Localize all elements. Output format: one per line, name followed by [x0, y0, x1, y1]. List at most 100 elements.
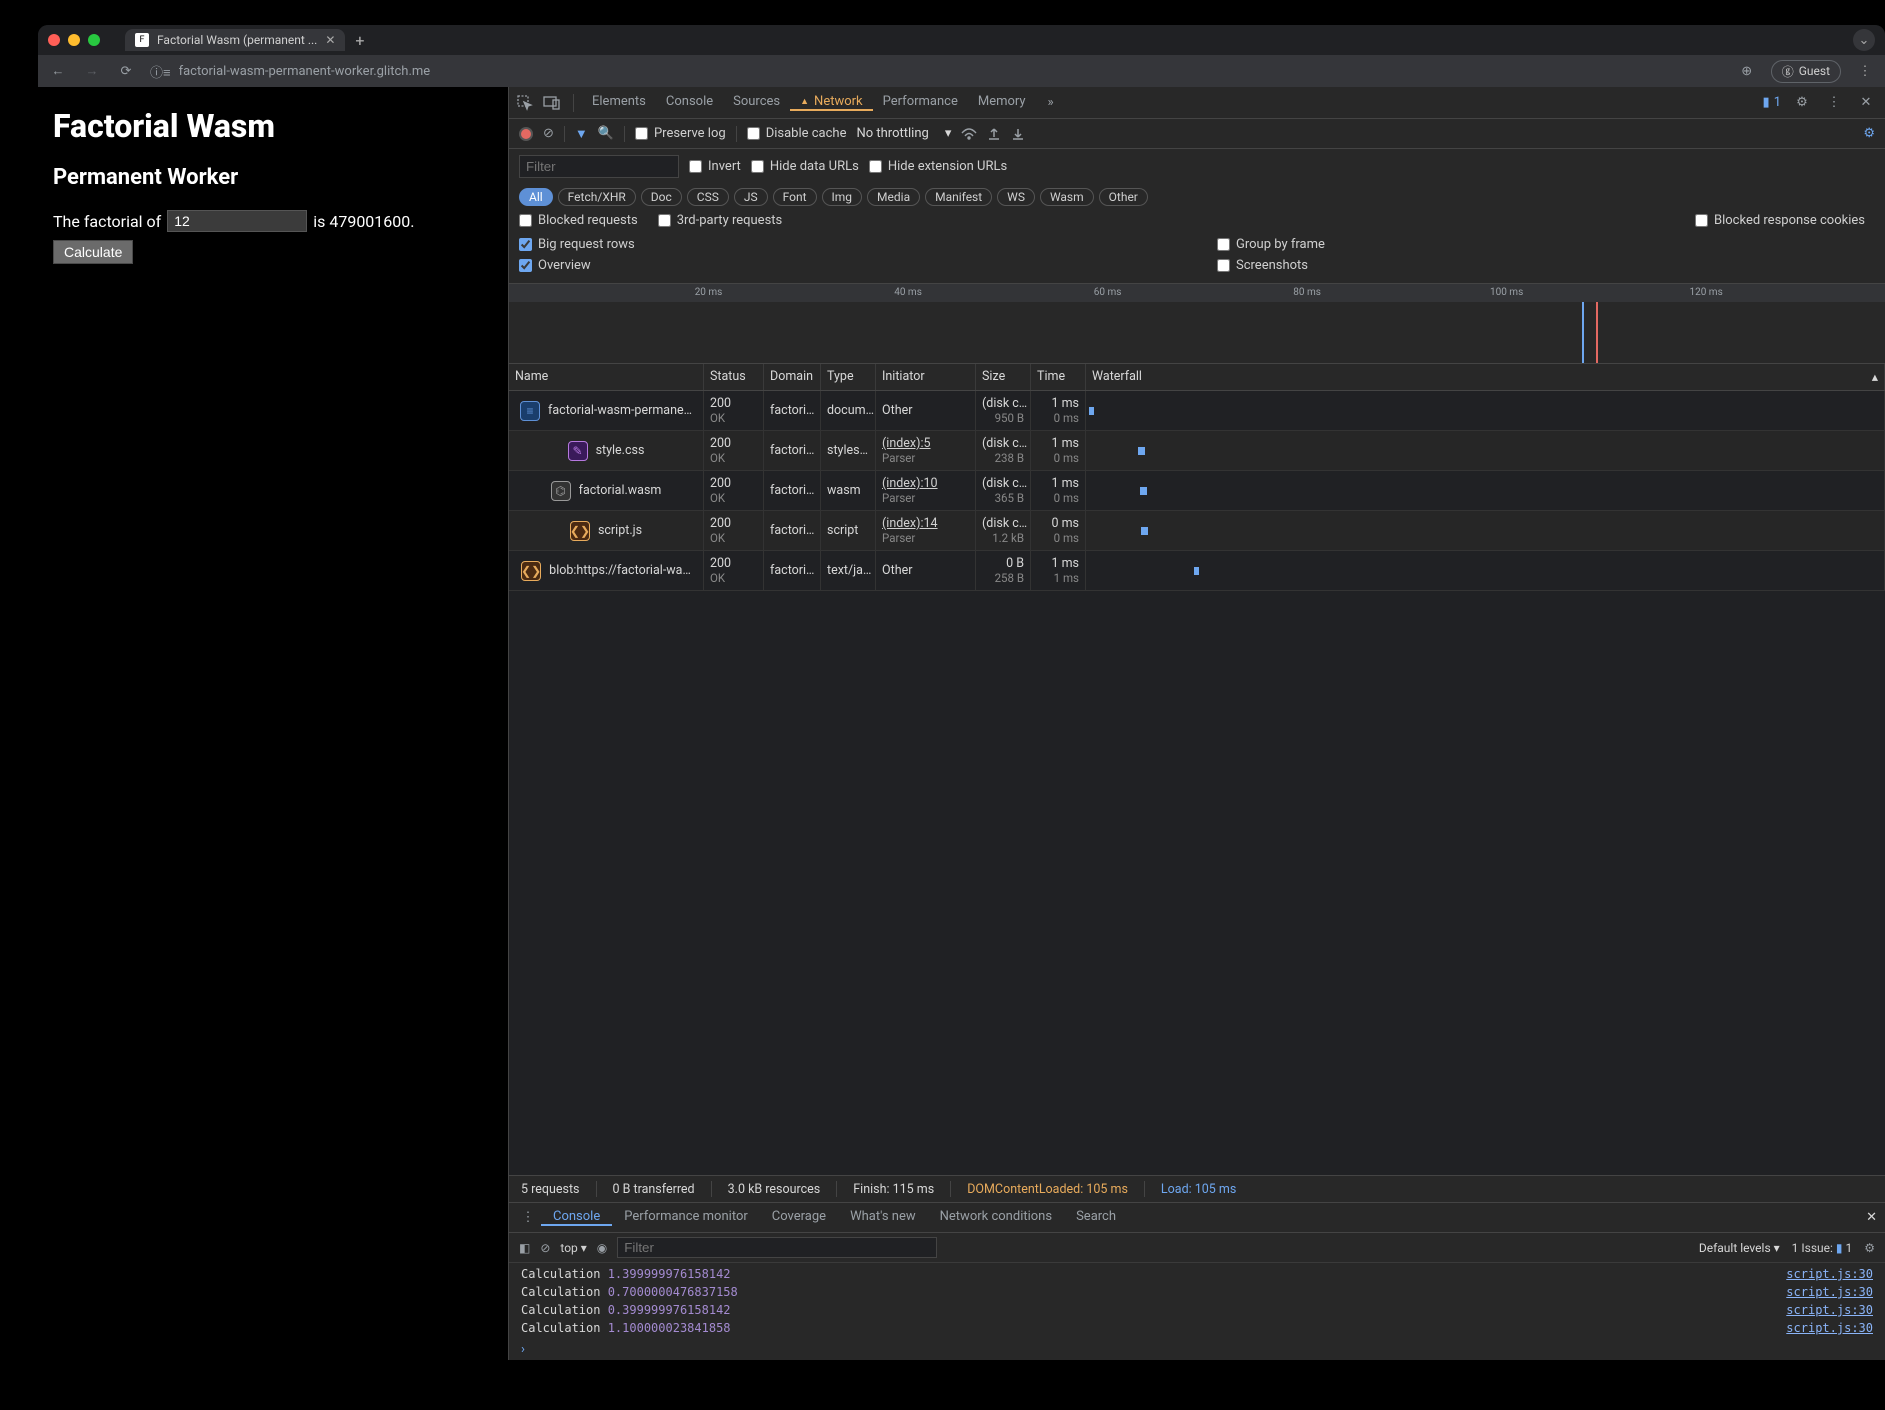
blocked-cookies-checkbox[interactable]: Blocked response cookies — [1695, 213, 1865, 228]
drawer-tab-network-conditions[interactable]: Network conditions — [928, 1209, 1064, 1224]
column-header-domain[interactable]: Domain — [764, 364, 821, 390]
factorial-input[interactable] — [167, 210, 307, 232]
column-header-status[interactable]: Status — [704, 364, 764, 390]
big-rows-checkbox[interactable]: Big request rows — [519, 237, 1177, 252]
network-conditions-icon[interactable] — [961, 128, 977, 140]
context-select[interactable]: top ▾ — [560, 1241, 586, 1255]
invert-checkbox[interactable]: Invert — [689, 159, 741, 174]
search-icon[interactable]: 🔍 — [598, 126, 614, 141]
filter-chip-js[interactable]: JS — [734, 188, 768, 206]
blocked-requests-checkbox[interactable]: Blocked requests — [519, 213, 638, 228]
close-devtools-icon[interactable]: ✕ — [1855, 95, 1877, 110]
filter-chip-img[interactable]: Img — [822, 188, 863, 206]
drawer-tab-search[interactable]: Search — [1064, 1209, 1128, 1224]
overview-timeline[interactable]: 20 ms40 ms60 ms80 ms100 ms120 ms — [509, 284, 1885, 364]
console-prompt[interactable]: › — [509, 1339, 1885, 1360]
filter-chip-manifest[interactable]: Manifest — [925, 188, 992, 206]
devtools-menu-icon[interactable]: ⋮ — [1823, 95, 1845, 110]
drawer-tab-what's-new[interactable]: What's new — [838, 1209, 928, 1224]
table-row[interactable]: ❮❯blob:https://factorial-wa…200OKfactori… — [509, 551, 1885, 591]
address-bar[interactable]: ⓘ≡ factorial-wasm-permanent-worker.glitc… — [150, 62, 1723, 81]
reload-button[interactable]: ⟳ — [116, 64, 136, 79]
hide-extension-urls-checkbox[interactable]: Hide extension URLs — [869, 159, 1007, 174]
initiator-link[interactable]: (index):10 — [882, 476, 969, 491]
filter-chip-wasm[interactable]: Wasm — [1040, 188, 1094, 206]
devtools-tab-performance[interactable]: Performance — [873, 94, 968, 109]
device-toggle-icon[interactable] — [543, 96, 565, 110]
devtools-tab-sources[interactable]: Sources — [723, 94, 790, 109]
live-expression-icon[interactable]: ◉ — [597, 1241, 607, 1255]
close-tab-icon[interactable]: ✕ — [325, 33, 335, 47]
browser-tab[interactable]: F Factorial Wasm (permanent ... ✕ — [125, 29, 345, 51]
download-har-icon[interactable] — [1011, 127, 1025, 141]
initiator-link[interactable]: (index):14 — [882, 516, 969, 531]
filter-chip-fetchxhr[interactable]: Fetch/XHR — [558, 188, 636, 206]
hide-data-urls-checkbox[interactable]: Hide data URLs — [751, 159, 859, 174]
filter-chip-doc[interactable]: Doc — [641, 188, 682, 206]
more-tabs-icon[interactable]: » — [1040, 95, 1062, 110]
site-info-icon[interactable]: ⓘ≡ — [150, 62, 171, 81]
table-row[interactable]: ⌬factorial.wasm200OKfactori…wasm(index):… — [509, 471, 1885, 511]
log-source-link[interactable]: script.js:30 — [1786, 1267, 1873, 1281]
drawer-tab-performance-monitor[interactable]: Performance monitor — [612, 1209, 760, 1224]
devtools-tab-elements[interactable]: Elements — [582, 94, 656, 109]
console-clear-icon[interactable]: ⊘ — [540, 1241, 550, 1255]
clear-button[interactable]: ⊘ — [543, 126, 554, 141]
console-settings-icon[interactable]: ⚙ — [1864, 1241, 1875, 1255]
filter-input[interactable] — [519, 155, 679, 178]
calculate-button[interactable]: Calculate — [53, 240, 133, 264]
console-sidebar-toggle-icon[interactable]: ◧ — [519, 1241, 530, 1255]
drawer-tab-coverage[interactable]: Coverage — [760, 1209, 838, 1224]
throttling-select[interactable]: No throttling▾ — [856, 126, 951, 141]
close-window-button[interactable] — [48, 34, 60, 46]
console-issues-button[interactable]: 1 Issue: ▮ 1 — [1792, 1241, 1853, 1255]
upload-har-icon[interactable] — [987, 127, 1001, 141]
table-row[interactable]: ✎style.css200OKfactori…styles…(index):5P… — [509, 431, 1885, 471]
profile-guest-button[interactable]: ⓖ Guest — [1771, 60, 1841, 83]
filter-chip-media[interactable]: Media — [867, 188, 920, 206]
minimize-window-button[interactable] — [68, 34, 80, 46]
new-tab-button[interactable]: + — [355, 31, 364, 50]
devtools-tab-network[interactable]: Network — [790, 94, 873, 111]
screenshots-checkbox[interactable]: Screenshots — [1217, 258, 1875, 273]
tabs-dropdown-button[interactable]: ⌄ — [1853, 29, 1875, 51]
column-header-waterfall[interactable]: Waterfall▴ — [1086, 364, 1885, 390]
filter-chip-css[interactable]: CSS — [687, 188, 729, 206]
inspect-element-icon[interactable] — [517, 95, 539, 111]
table-row[interactable]: ❮❯script.js200OKfactori…script(index):14… — [509, 511, 1885, 551]
zoom-icon[interactable]: ⊕ — [1737, 64, 1757, 79]
column-header-time[interactable]: Time — [1031, 364, 1086, 390]
forward-button[interactable]: → — [82, 63, 102, 79]
filter-chip-font[interactable]: Font — [773, 188, 817, 206]
table-row[interactable]: ≡factorial-wasm-permane…200OKfactori…doc… — [509, 391, 1885, 431]
drawer-menu-icon[interactable]: ⋮ — [517, 1210, 539, 1225]
column-header-type[interactable]: Type — [821, 364, 876, 390]
log-source-link[interactable]: script.js:30 — [1786, 1285, 1873, 1299]
disable-cache-checkbox[interactable]: Disable cache — [747, 126, 847, 141]
devtools-tab-memory[interactable]: Memory — [968, 94, 1036, 109]
column-header-initiator[interactable]: Initiator — [876, 364, 976, 390]
column-header-size[interactable]: Size — [976, 364, 1031, 390]
third-party-checkbox[interactable]: 3rd-party requests — [658, 213, 783, 228]
overview-checkbox[interactable]: Overview — [519, 258, 1177, 273]
settings-gear-icon[interactable]: ⚙ — [1791, 95, 1813, 110]
console-filter-input[interactable] — [617, 1237, 937, 1258]
filter-chip-other[interactable]: Other — [1099, 188, 1148, 206]
close-drawer-icon[interactable]: ✕ — [1866, 1210, 1877, 1225]
initiator-link[interactable]: (index):5 — [882, 436, 969, 451]
drawer-tab-console[interactable]: Console — [541, 1209, 612, 1226]
network-settings-icon[interactable]: ⚙ — [1863, 126, 1875, 141]
group-by-frame-checkbox[interactable]: Group by frame — [1217, 237, 1875, 252]
log-levels-select[interactable]: Default levels ▾ — [1699, 1241, 1780, 1255]
filter-chip-ws[interactable]: WS — [997, 188, 1035, 206]
log-source-link[interactable]: script.js:30 — [1786, 1303, 1873, 1317]
column-header-name[interactable]: Name — [509, 364, 704, 390]
preserve-log-checkbox[interactable]: Preserve log — [635, 126, 726, 141]
record-button[interactable] — [519, 127, 533, 141]
issues-indicator[interactable]: ▮ 1 — [1763, 95, 1781, 110]
back-button[interactable]: ← — [48, 63, 68, 79]
filter-chip-all[interactable]: All — [519, 188, 553, 206]
devtools-tab-console[interactable]: Console — [656, 94, 723, 109]
log-source-link[interactable]: script.js:30 — [1786, 1321, 1873, 1335]
filter-icon[interactable]: ▼ — [575, 126, 588, 142]
